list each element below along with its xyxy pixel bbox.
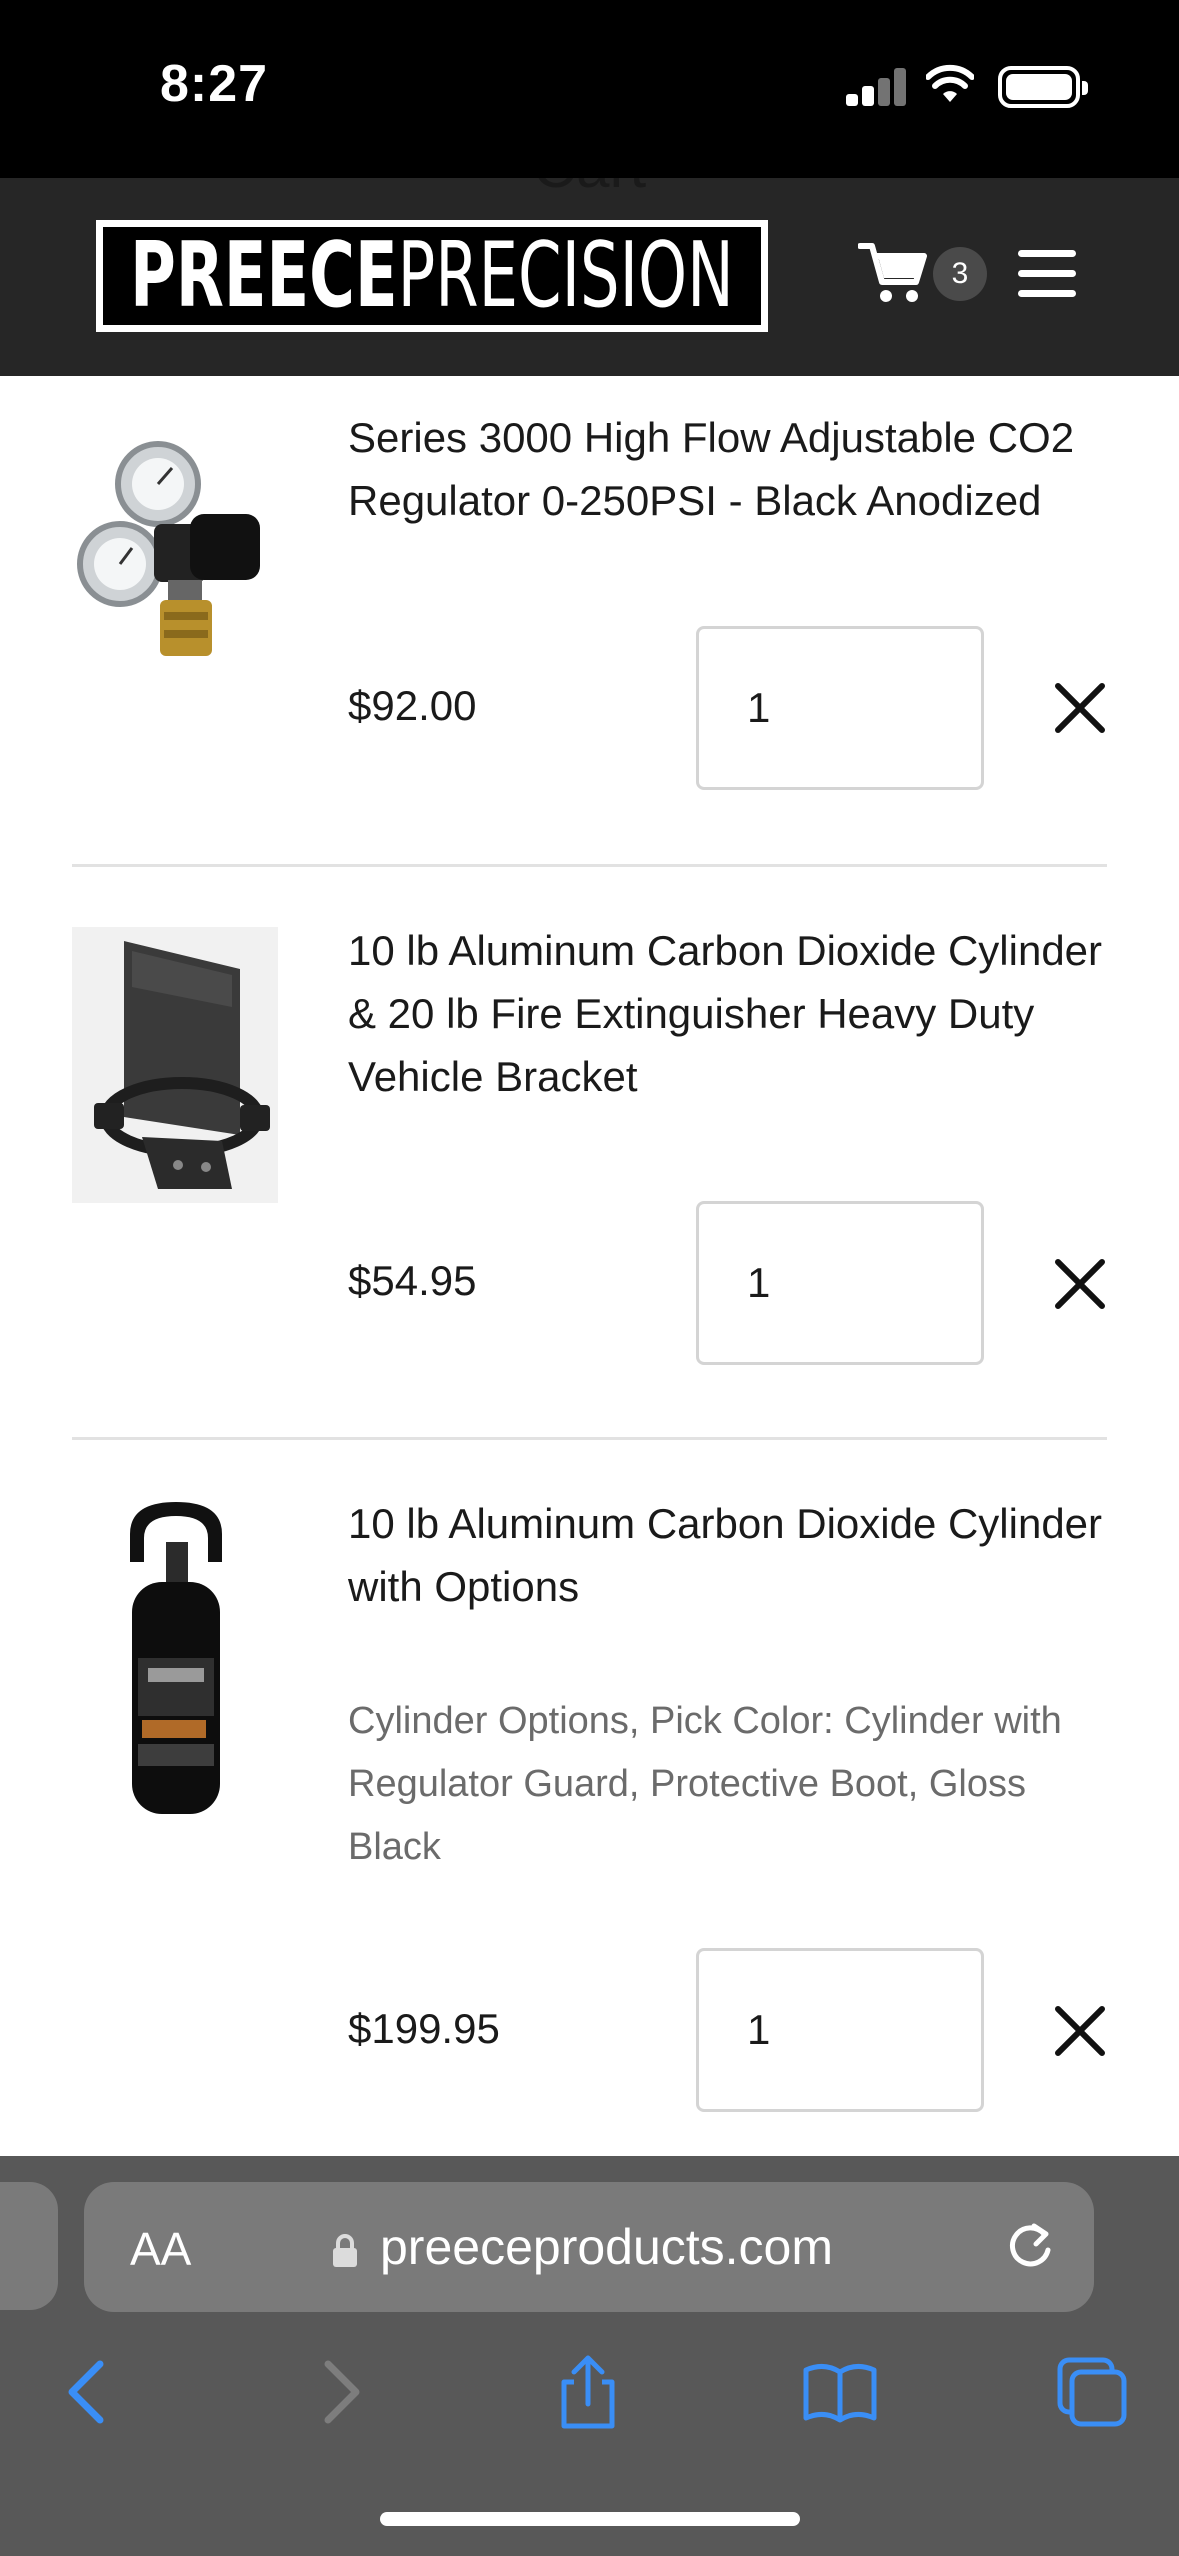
cart-item: Series 3000 High Flow Adjustable CO2 Reg… [72, 376, 1107, 864]
reload-icon[interactable] [1004, 2220, 1056, 2272]
wifi-icon [926, 64, 974, 102]
hamburger-menu-icon[interactable] [1018, 250, 1076, 298]
product-name[interactable]: 10 lb Aluminum Carbon Dioxide Cylinder &… [348, 919, 1108, 1108]
product-options: Cylinder Options, Pick Color: Cylinder w… [348, 1700, 1062, 1868]
chevron-right-icon[interactable] [300, 2352, 380, 2432]
tabs-icon[interactable] [1052, 2352, 1132, 2432]
lock-icon [333, 2234, 357, 2267]
cart-item: 10 lb Aluminum Carbon Dioxide Cylinder &… [72, 867, 1107, 1439]
cart-count-badge[interactable]: 3 [933, 247, 987, 301]
product-name[interactable]: Series 3000 High Flow Adjustable CO2 Reg… [348, 406, 1108, 532]
product-price: $199.95 [348, 2005, 500, 2052]
home-indicator[interactable] [380, 2512, 800, 2526]
product-image-regulator[interactable] [72, 416, 278, 676]
book-icon[interactable] [800, 2352, 880, 2432]
url-text[interactable]: preeceproducts.com [380, 2218, 833, 2276]
address-bar[interactable]: AA preeceproducts.com [84, 2182, 1094, 2312]
logo-text-bold: PREECE [130, 227, 398, 325]
browser-toolbar: AA preeceproducts.com [0, 2156, 1179, 2556]
product-price: $92.00 [348, 682, 477, 729]
close-icon[interactable] [1052, 1256, 1108, 1312]
site-header: Cart PREECEPRECISION 3 [0, 178, 1179, 376]
logo-text-regular: PRECISION [397, 227, 734, 325]
text-size-button[interactable]: AA [130, 2222, 191, 2276]
share-icon[interactable] [548, 2352, 628, 2432]
product-name[interactable]: 10 lb Aluminum Carbon Dioxide Cylinder w… [348, 1492, 1108, 1618]
status-bar: 8:27 [0, 0, 1179, 178]
chevron-left-icon[interactable] [48, 2352, 128, 2432]
site-logo[interactable]: PREECEPRECISION [96, 220, 768, 332]
previous-tab-preview[interactable] [0, 2182, 58, 2310]
product-image-cylinder[interactable] [72, 1498, 278, 1818]
product-image-bracket[interactable] [72, 927, 278, 1203]
product-price: $54.95 [348, 1257, 477, 1304]
quantity-input[interactable] [696, 1948, 984, 2112]
quantity-input[interactable] [696, 626, 984, 790]
page-title: Cart [0, 178, 1179, 201]
close-icon[interactable] [1052, 680, 1108, 736]
cellular-signal-icon [846, 68, 908, 106]
cart-icon[interactable] [858, 240, 928, 306]
quantity-input[interactable] [696, 1201, 984, 1365]
cart-item: 10 lb Aluminum Carbon Dioxide Cylinder w… [72, 1440, 1107, 2156]
close-icon[interactable] [1052, 2003, 1108, 2059]
battery-icon [998, 66, 1088, 108]
status-time: 8:27 [160, 55, 269, 113]
